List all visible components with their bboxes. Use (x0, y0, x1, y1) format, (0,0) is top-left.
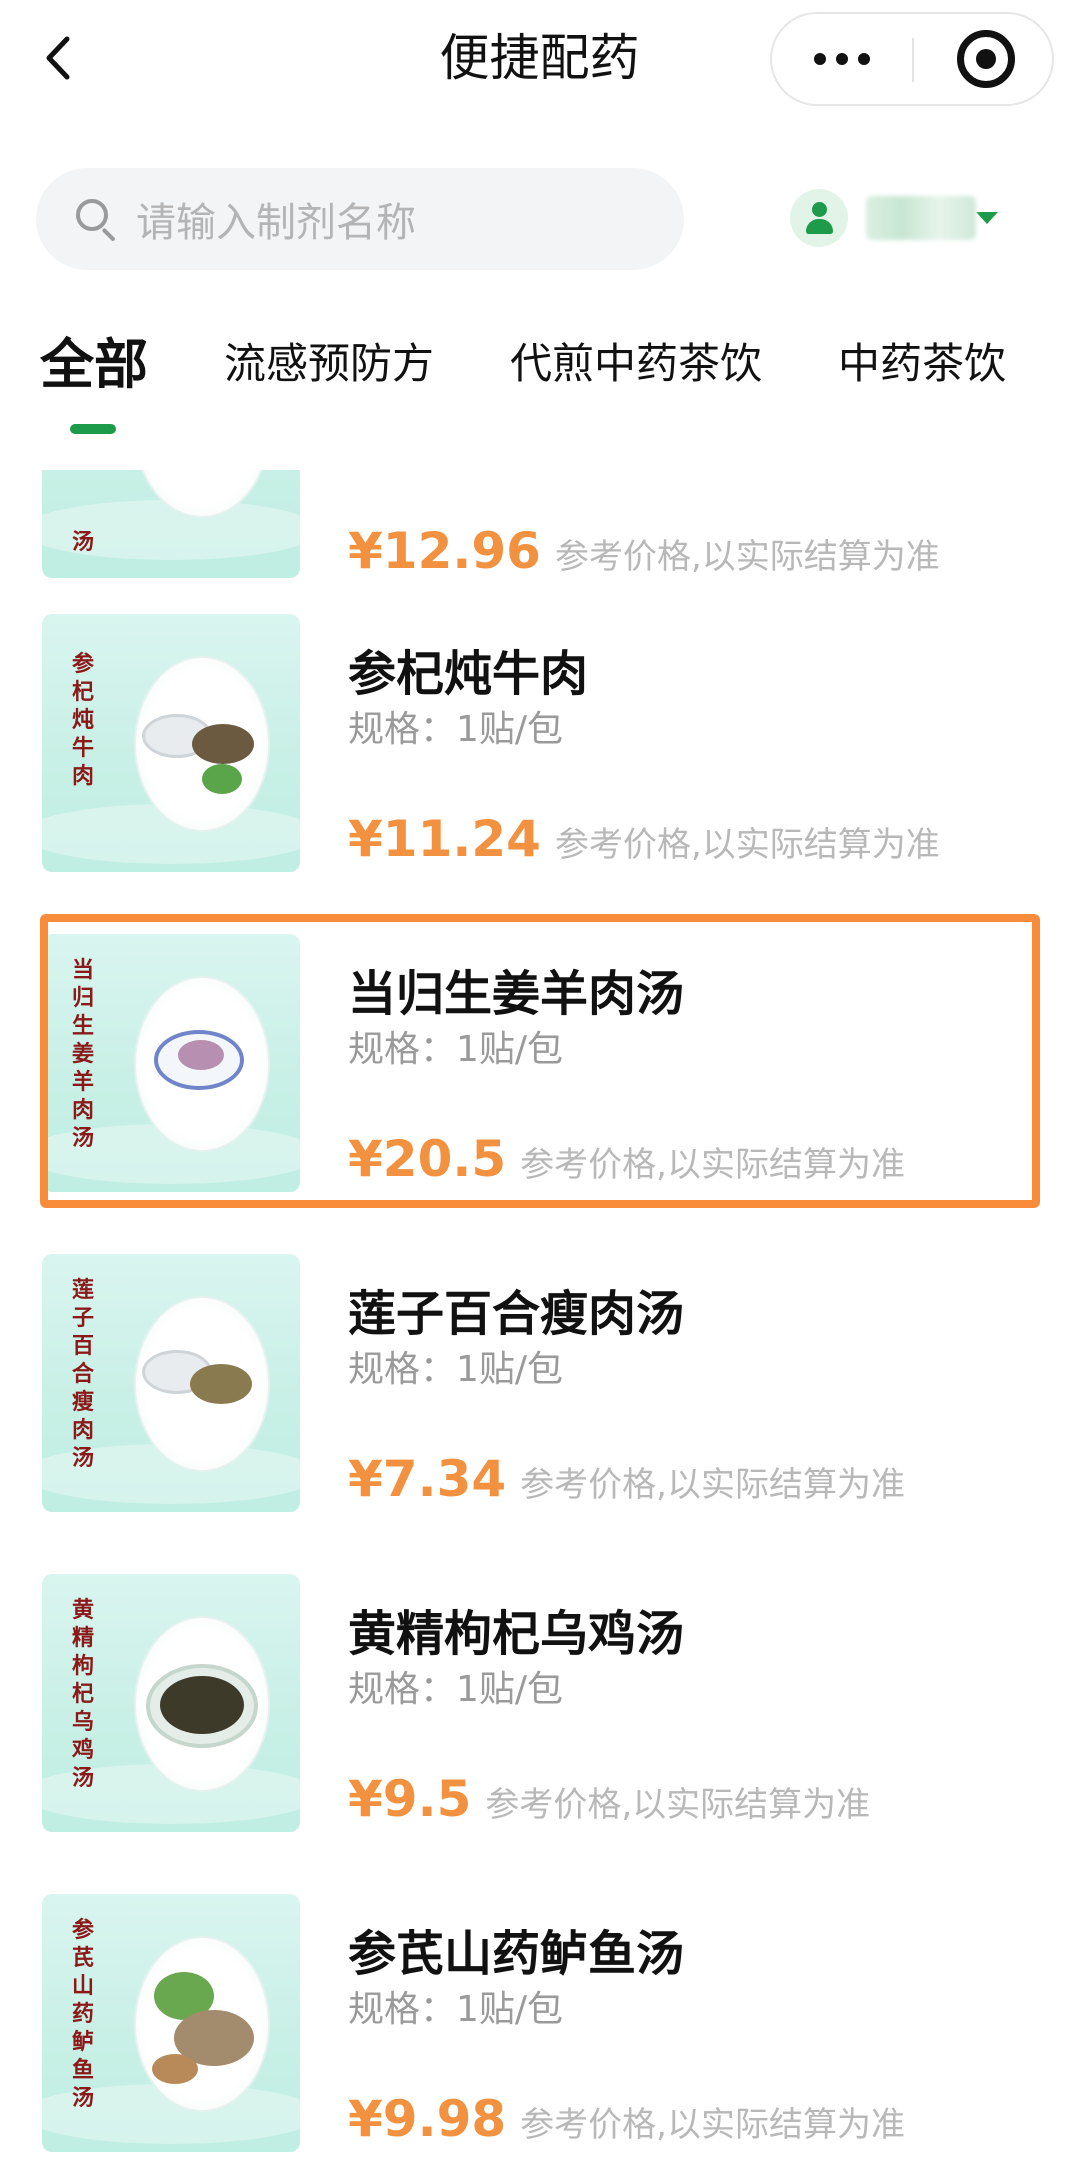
list-item[interactable]: 黄精枸杞乌鸡汤 黄精枸杞乌鸡汤 规格：1贴/包 ¥9.5 参考价格,以实际结算为… (0, 1574, 1079, 1894)
user-icon (790, 189, 848, 247)
product-name: 当归生姜羊肉汤 (348, 966, 685, 1022)
product-list: 汤 ¥12.96 参考价格,以实际结算为准 参杞炖牛肉 参杞炖牛肉 规格：1贴/… (0, 470, 1079, 2184)
product-price: ¥9.98 (348, 2090, 507, 2148)
product-spec: 规格：1贴/包 (348, 1349, 564, 1390)
price-row: ¥11.24 参考价格,以实际结算为准 (348, 810, 940, 868)
price-row: ¥7.34 参考价格,以实际结算为准 (348, 1450, 905, 1508)
product-thumbnail: 汤 (42, 470, 300, 578)
product-thumbnail: 参杞炖牛肉 (42, 614, 300, 872)
product-spec: 规格：1贴/包 (348, 709, 564, 750)
price-note: 参考价格,以实际结算为准 (554, 537, 940, 577)
thumbnail-text: 黄精枸杞乌鸡汤 (72, 1597, 95, 1791)
active-tab-indicator (70, 424, 116, 434)
search-input[interactable]: 请输入制剂名称 (36, 168, 684, 270)
capsule-divider (912, 38, 914, 82)
product-name: 莲子百合瘦肉汤 (348, 1286, 685, 1342)
product-thumbnail: 当归生姜羊肉汤 (42, 934, 300, 1192)
product-price: ¥7.34 (348, 1450, 507, 1508)
price-row: ¥12.96 参考价格,以实际结算为准 (348, 522, 940, 580)
thumbnail-text: 当归生姜羊肉汤 (72, 957, 95, 1151)
product-price: ¥12.96 (348, 522, 541, 580)
product-price: ¥20.5 (348, 1130, 507, 1188)
tab-herbal-tea[interactable]: 中药茶饮 (838, 330, 1006, 391)
user-selector[interactable] (790, 186, 998, 250)
product-spec: 规格：1贴/包 (348, 1989, 564, 2030)
thumbnail-text: 莲子百合瘦肉汤 (72, 1277, 95, 1471)
price-note: 参考价格,以实际结算为准 (520, 1465, 905, 1505)
list-item[interactable]: 当归生姜羊肉汤 当归生姜羊肉汤 规格：1贴/包 ¥20.5 参考价格,以实际结算… (0, 934, 1079, 1254)
price-row: ¥9.98 参考价格,以实际结算为准 (348, 2090, 905, 2148)
price-note: 参考价格,以实际结算为准 (520, 1145, 905, 1185)
thumbnail-text: 参杞炖牛肉 (72, 651, 95, 789)
product-spec: 规格：1贴/包 (348, 1669, 564, 1710)
product-name: 参杞炖牛肉 (348, 646, 589, 702)
product-thumbnail: 莲子百合瘦肉汤 (42, 1254, 300, 1512)
price-row: ¥20.5 参考价格,以实际结算为准 (348, 1130, 905, 1188)
search-icon (74, 197, 118, 242)
tab-flu-prevention[interactable]: 流感预防方 (224, 330, 434, 391)
price-note: 参考价格,以实际结算为准 (554, 825, 940, 865)
more-dots-icon[interactable] (772, 14, 912, 104)
search-placeholder: 请输入制剂名称 (136, 200, 416, 246)
product-name: 参芪山药鲈鱼汤 (348, 1926, 685, 1982)
tab-all[interactable]: 全部 (40, 320, 148, 399)
target-circle-icon[interactable] (957, 30, 1015, 88)
navigation-bar: 便捷配药 (0, 0, 1079, 120)
list-item[interactable]: 参芪山药鲈鱼汤 参芪山药鲈鱼汤 规格：1贴/包 ¥9.98 参考价格,以实际结算… (0, 1894, 1079, 2184)
list-item[interactable]: 参杞炖牛肉 参杞炖牛肉 规格：1贴/包 ¥11.24 参考价格,以实际结算为准 (0, 614, 1079, 934)
thumbnail-text: 参芪山药鲈鱼汤 (72, 1917, 95, 2111)
product-price: ¥9.5 (348, 1770, 472, 1828)
price-note: 参考价格,以实际结算为准 (520, 2105, 905, 2145)
product-name: 黄精枸杞乌鸡汤 (348, 1606, 685, 1662)
product-price: ¥11.24 (348, 810, 541, 868)
tab-decoction-tea[interactable]: 代煎中药茶饮 (510, 330, 762, 391)
product-thumbnail: 黄精枸杞乌鸡汤 (42, 1574, 300, 1832)
price-row: ¥9.5 参考价格,以实际结算为准 (348, 1770, 870, 1828)
product-thumbnail: 参芪山药鲈鱼汤 (42, 1894, 300, 2152)
caret-down-icon (976, 212, 998, 224)
category-tabs: 全部 流感预防方 代煎中药茶饮 中药茶饮 (0, 320, 1079, 440)
thumbnail-text: 汤 (72, 529, 95, 555)
user-name-redacted (866, 196, 976, 240)
price-note: 参考价格,以实际结算为准 (485, 1785, 871, 1825)
list-item[interactable]: 莲子百合瘦肉汤 莲子百合瘦肉汤 规格：1贴/包 ¥7.34 参考价格,以实际结算… (0, 1254, 1079, 1574)
mini-program-capsule (770, 12, 1054, 106)
product-spec: 规格：1贴/包 (348, 1029, 564, 1070)
